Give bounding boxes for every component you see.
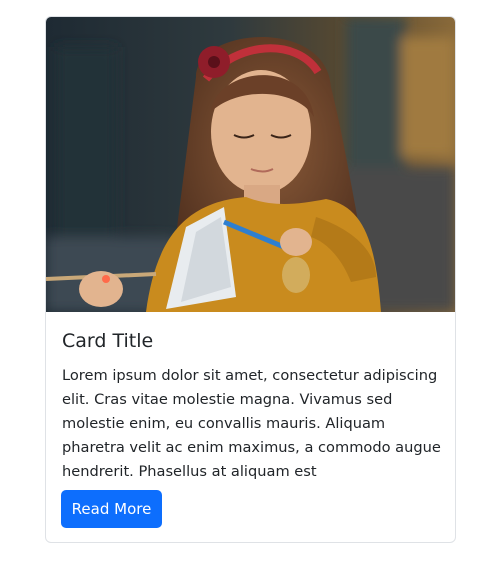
card-image	[46, 17, 455, 312]
read-more-button[interactable]: Read More	[61, 490, 162, 528]
card-body: Card Title Lorem ipsum dolor sit amet, c…	[62, 327, 442, 484]
card-text: Lorem ipsum dolor sit amet, consectetur …	[62, 367, 441, 480]
card-title: Card Title	[62, 330, 154, 352]
card: Card Title Lorem ipsum dolor sit amet, c…	[45, 16, 456, 543]
